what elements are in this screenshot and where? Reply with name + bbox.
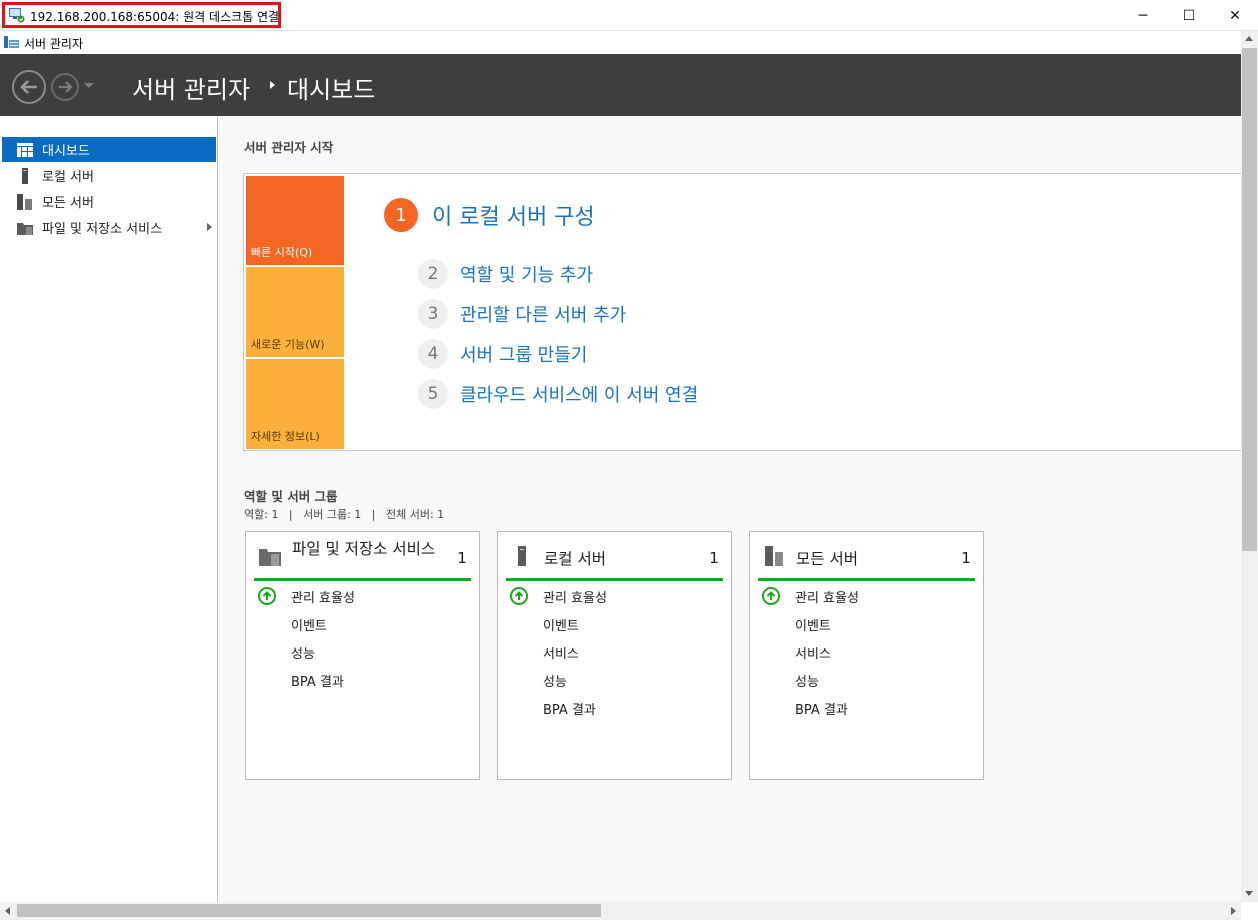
sidebar-item-label: 파일 및 저장소 서비스 (42, 222, 163, 237)
tile-row-performance[interactable]: 성능 (291, 643, 315, 662)
status-ok-icon (762, 587, 780, 605)
status-ok-icon (258, 587, 276, 605)
arrow-left-icon (20, 80, 37, 94)
close-button[interactable]: ✕ (1212, 0, 1258, 31)
step-number: 1 (384, 198, 418, 232)
sidebar-item-label: 대시보드 (42, 144, 90, 159)
tile-row-performance[interactable]: 성능 (543, 671, 567, 690)
tile-count: 1 (961, 549, 971, 567)
step-add-roles[interactable]: 2 역할 및 기능 추가 (418, 259, 593, 289)
step-connect-cloud[interactable]: 5 클라우드 서비스에 이 서버 연결 (418, 379, 698, 409)
step-link[interactable]: 클라우드 서비스에 이 서버 연결 (460, 381, 698, 407)
step-configure-local-server[interactable]: 1 이 로컬 서버 구성 (384, 198, 595, 232)
app-title-bar: 서버 관리자 (0, 31, 1258, 54)
file-storage-icon (17, 220, 33, 236)
roles-summary: 역할: 1 | 서버 그룹: 1 | 전체 서버: 1 (244, 508, 445, 521)
minimize-icon: ─ (1138, 7, 1148, 24)
tab-learn-more[interactable]: 자세한 정보(L) (246, 359, 344, 449)
step-link[interactable]: 이 로컬 서버 구성 (432, 199, 595, 231)
tile-row-manageability[interactable]: 관리 효율성 (795, 587, 859, 606)
vertical-scroll-thumb[interactable] (1242, 48, 1257, 551)
servers-icon (17, 193, 33, 210)
server-manager-icon (4, 36, 19, 48)
breadcrumb-root[interactable]: 서버 관리자 (132, 70, 250, 105)
title-highlight-box (2, 2, 281, 28)
tile-header[interactable]: 파일 및 저장소 서비스 1 (254, 539, 471, 581)
step-number: 3 (418, 299, 448, 329)
roles-section-title: 역할 및 서버 그룹 (244, 489, 338, 504)
tile-row-events[interactable]: 이벤트 (291, 615, 327, 634)
sidebar-item-all-servers[interactable]: 모든 서버 (2, 189, 216, 214)
step-link[interactable]: 서버 그룹 만들기 (460, 341, 587, 367)
app-title: 서버 관리자 (24, 37, 84, 51)
breadcrumb-current: 대시보드 (287, 76, 376, 104)
maximize-button[interactable]: ☐ (1166, 0, 1212, 31)
sidebar-item-label: 로컬 서버 (42, 170, 94, 185)
server-icon (17, 167, 33, 184)
tile-header[interactable]: 로컬 서버 1 (506, 539, 723, 581)
tile-row-bpa[interactable]: BPA 결과 (291, 671, 344, 690)
minimize-button[interactable]: ─ (1120, 0, 1166, 31)
sidebar-item-label: 모든 서버 (42, 196, 94, 211)
tile-row-events[interactable]: 이벤트 (543, 615, 579, 634)
step-link[interactable]: 관리할 다른 서버 추가 (460, 301, 626, 327)
server-icon (518, 546, 526, 566)
scroll-up-icon[interactable] (1245, 36, 1253, 41)
history-dropdown-icon[interactable] (84, 83, 94, 88)
tile-local-server[interactable]: 로컬 서버 1 관리 효율성 이벤트 서비스 성능 BPA 결과 (497, 531, 732, 780)
tab-quick-start[interactable]: 빠른 시작(Q) (246, 176, 344, 265)
main-content: 서버 관리자 시작 빠른 시작(Q) 새로운 기능(W) 자세한 정보(L) 1… (219, 116, 1243, 902)
tile-row-events[interactable]: 이벤트 (795, 615, 831, 634)
expand-arrow-icon[interactable] (207, 223, 212, 231)
welcome-section-title: 서버 관리자 시작 (244, 140, 334, 155)
horizontal-scroll-thumb[interactable] (17, 904, 601, 917)
tile-row-manageability[interactable]: 관리 효율성 (291, 587, 355, 606)
tile-row-manageability[interactable]: 관리 효율성 (543, 587, 607, 606)
tile-count: 1 (457, 549, 467, 567)
breadcrumb-separator-icon (270, 81, 275, 89)
close-icon: ✕ (1229, 7, 1241, 24)
tile-row-bpa[interactable]: BPA 결과 (543, 699, 596, 718)
tile-row-services[interactable]: 서비스 (543, 643, 579, 662)
tile-title[interactable]: 로컬 서버 (544, 549, 694, 570)
step-number: 2 (418, 259, 448, 289)
tile-row-performance[interactable]: 성능 (795, 671, 819, 690)
forward-button[interactable] (51, 73, 79, 101)
file-storage-icon (259, 549, 281, 566)
servers-icon (765, 546, 783, 566)
back-button[interactable] (12, 70, 46, 104)
tile-count: 1 (709, 549, 719, 567)
sidebar-item-local-server[interactable]: 로컬 서버 (2, 163, 216, 188)
scroll-down-icon[interactable] (1245, 891, 1253, 896)
rdp-title-bar: 192.168.200.168:65004: 원격 데스크톱 연결 ─ ☐ ✕ (0, 0, 1258, 31)
maximize-icon: ☐ (1182, 7, 1196, 24)
step-create-group[interactable]: 4 서버 그룹 만들기 (418, 339, 587, 369)
tile-title[interactable]: 파일 및 저장소 서비스 (292, 539, 442, 560)
tile-header[interactable]: 모든 서버 1 (758, 539, 975, 581)
scroll-right-icon[interactable] (1231, 907, 1236, 915)
tile-all-servers[interactable]: 모든 서버 1 관리 효율성 이벤트 서비스 성능 BPA 결과 (749, 531, 984, 780)
step-add-servers[interactable]: 3 관리할 다른 서버 추가 (418, 299, 626, 329)
dashboard-icon (17, 142, 33, 158)
tile-row-services[interactable]: 서비스 (795, 643, 831, 662)
sidebar-item-dashboard[interactable]: 대시보드 (2, 137, 216, 162)
sidebar-item-file-storage[interactable]: 파일 및 저장소 서비스 (2, 215, 216, 240)
welcome-panel: 빠른 시작(Q) 새로운 기능(W) 자세한 정보(L) 1 이 로컬 서버 구… (243, 173, 1243, 451)
tab-whats-new[interactable]: 새로운 기능(W) (246, 267, 344, 357)
status-ok-icon (510, 587, 528, 605)
scroll-left-icon[interactable] (5, 907, 10, 915)
step-link[interactable]: 역할 및 기능 추가 (460, 261, 593, 287)
sidebar: 대시보드 로컬 서버 모든 서버 파일 및 저장소 서비스 (0, 116, 218, 902)
arrow-right-icon (59, 81, 73, 93)
step-number: 5 (418, 379, 448, 409)
tile-row-bpa[interactable]: BPA 결과 (795, 699, 848, 718)
step-number: 4 (418, 339, 448, 369)
tile-title[interactable]: 모든 서버 (796, 549, 946, 570)
tile-file-storage[interactable]: 파일 및 저장소 서비스 1 관리 효율성 이벤트 성능 BPA 결과 (245, 531, 480, 780)
